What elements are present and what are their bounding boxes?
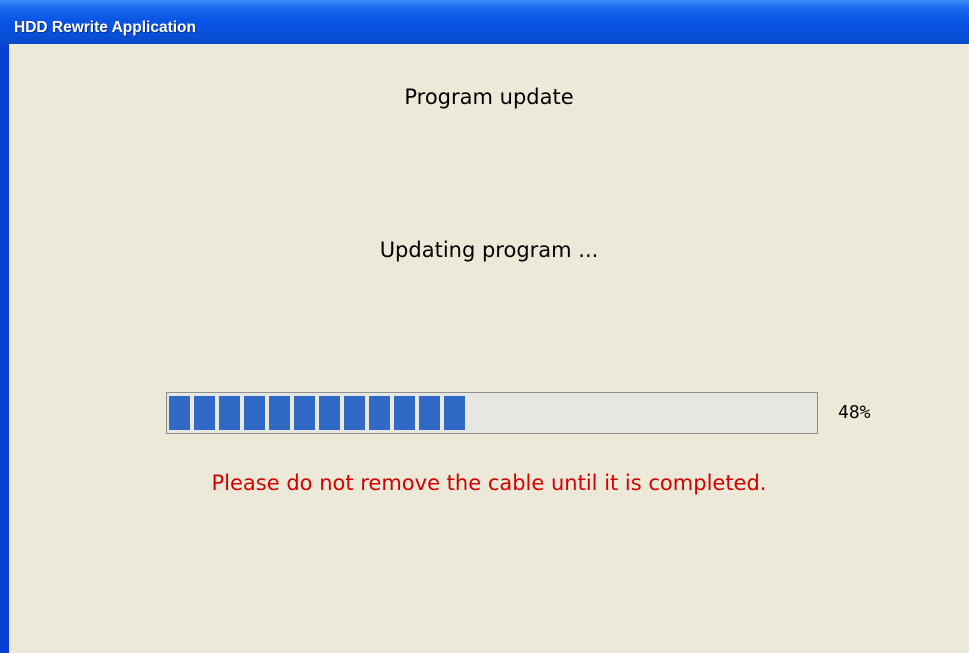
status-message: Updating program ... [379,238,599,262]
warning-message: Please do not remove the cable until it … [211,471,767,495]
window-title: HDD Rewrite Application [14,19,196,36]
title-bar[interactable]: HDD Rewrite Application [0,0,969,44]
progress-bar [166,392,818,434]
application-window: HDD Rewrite Application Program update U… [0,0,969,653]
progress-percent: 48% [838,402,871,423]
progress-fill [169,396,465,430]
dialog-heading: Program update [404,85,574,109]
dialog-body: Program update Updating program ... 48% … [9,44,969,653]
